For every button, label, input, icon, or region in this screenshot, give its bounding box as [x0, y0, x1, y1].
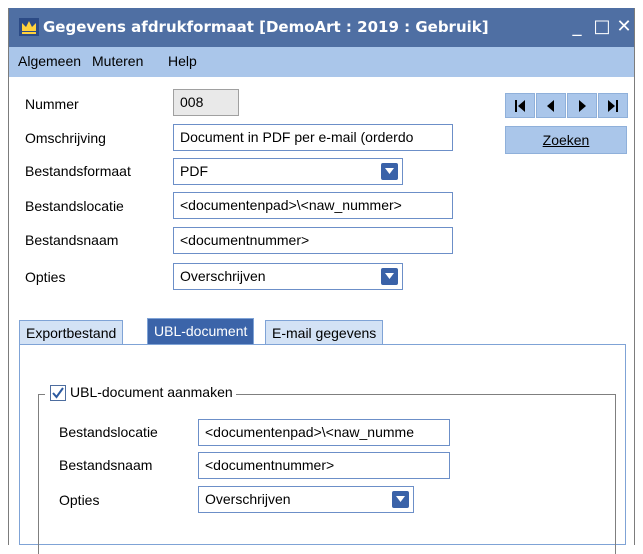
ubl-checkbox-label: UBL-document aanmaken — [70, 384, 233, 400]
menu-item-algemeen[interactable]: Algemeen — [18, 53, 81, 69]
bestandsformaat-select[interactable]: PDF — [173, 158, 403, 185]
menu-bar: Algemeen Muteren Help — [9, 47, 634, 77]
skip-last-icon — [608, 100, 618, 112]
menu-item-help[interactable]: Help — [168, 53, 197, 69]
tab-exportbestand[interactable]: Exportbestand — [19, 320, 124, 346]
tab-ubl-document[interactable]: UBL-document — [147, 318, 255, 346]
chevron-down-icon[interactable] — [392, 491, 409, 508]
bestandsnaam-field[interactable]: <documentnummer> — [173, 227, 453, 254]
ubl-checkbox[interactable] — [50, 385, 66, 401]
checkmark-icon — [52, 387, 64, 399]
ubl-bestandslocatie-label: Bestandslocatie — [59, 424, 158, 440]
minimize-button[interactable]: _ — [565, 15, 589, 39]
search-button-label: Zoeken — [542, 132, 590, 148]
omschrijving-label: Omschrijving — [25, 130, 106, 146]
first-record-button[interactable] — [505, 93, 535, 118]
ubl-checkbox-row[interactable]: UBL-document aanmaken — [45, 384, 236, 400]
main-window: Gegevens afdrukformaat [DemoArt : 2019 :… — [8, 8, 635, 554]
ubl-bestandslocatie-field[interactable]: <documentenpad>\<naw_numme — [198, 419, 450, 446]
bestandsformaat-value: PDF — [180, 163, 208, 179]
crown-icon — [19, 18, 39, 36]
chevron-down-icon[interactable] — [381, 268, 398, 285]
bestandslocatie-field[interactable]: <documentenpad>\<naw_nummer> — [173, 192, 453, 219]
opties-select[interactable]: Overschrijven — [173, 263, 403, 290]
bestandsnaam-label: Bestandsnaam — [25, 232, 119, 248]
menu-item-muteren[interactable]: Muteren — [92, 53, 143, 69]
bestandsformaat-label: Bestandsformaat — [25, 163, 131, 179]
opties-label: Opties — [25, 269, 66, 285]
ubl-opties-select[interactable]: Overschrijven — [198, 486, 414, 513]
nummer-field: 008 — [173, 89, 239, 116]
ubl-opties-value: Overschrijven — [205, 491, 291, 507]
title-bar[interactable]: Gegevens afdrukformaat [DemoArt : 2019 :… — [9, 8, 634, 47]
omschrijving-field[interactable]: Document in PDF per e-mail (orderdo — [173, 124, 453, 151]
window-title: Gegevens afdrukformaat [DemoArt : 2019 :… — [43, 18, 489, 36]
arrow-left-icon — [547, 100, 554, 112]
ubl-bestandsnaam-field[interactable]: <documentnummer> — [198, 452, 450, 479]
chevron-down-icon[interactable] — [381, 163, 398, 180]
next-record-button[interactable] — [567, 93, 597, 118]
search-button[interactable]: Zoeken — [505, 126, 627, 154]
last-record-button[interactable] — [598, 93, 628, 118]
ubl-opties-label: Opties — [59, 492, 100, 508]
nummer-label: Nummer — [25, 96, 79, 112]
close-button[interactable]: ✕ — [612, 15, 636, 39]
skip-first-icon — [515, 100, 525, 112]
previous-record-button[interactable] — [536, 93, 566, 118]
bestandslocatie-label: Bestandslocatie — [25, 198, 124, 214]
arrow-right-icon — [579, 100, 586, 112]
maximize-button[interactable]: □ — [590, 15, 614, 39]
opties-value: Overschrijven — [180, 268, 266, 284]
tab-email-gegevens[interactable]: E-mail gegevens — [265, 320, 384, 346]
ubl-bestandsnaam-label: Bestandsnaam — [59, 457, 153, 473]
